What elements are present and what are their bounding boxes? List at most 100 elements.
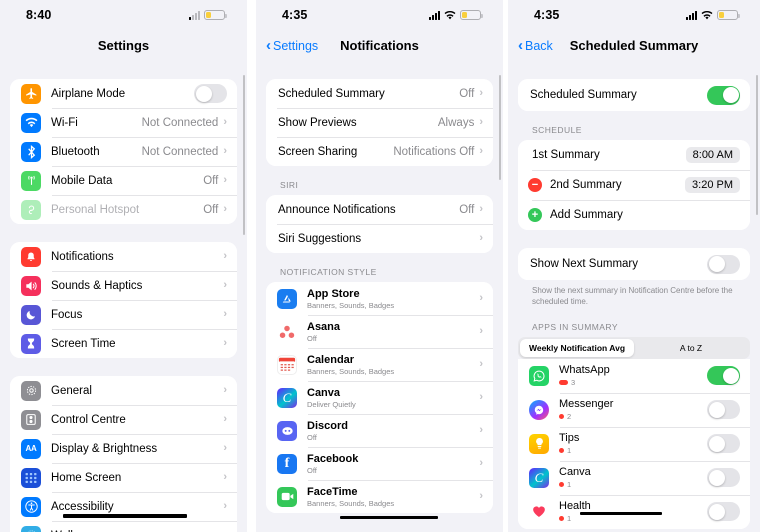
- list-item[interactable]: Messenger 2: [518, 392, 750, 427]
- sidebar-item-wifi[interactable]: Wi-Fi Not Connected ›: [10, 108, 237, 137]
- airplane-mode-toggle[interactable]: [194, 84, 227, 103]
- status-time: 8:40: [26, 8, 52, 22]
- show-next-summary-toggle[interactable]: [707, 254, 740, 274]
- row-add-summary[interactable]: + Add Summary: [518, 200, 750, 230]
- row-label: 2nd Summary: [550, 179, 622, 191]
- personal-hotspot-icon: [21, 199, 41, 220]
- wifi-icon: [701, 10, 713, 20]
- sidebar-item-sounds-haptics[interactable]: Sounds & Haptics ›: [10, 271, 237, 300]
- settings-scroll-area[interactable]: Airplane Mode Wi-Fi Not Connected › Blue…: [0, 61, 247, 532]
- app-name: Asana: [307, 320, 341, 333]
- messenger-summary-toggle[interactable]: [707, 400, 740, 420]
- scrollbar[interactable]: [498, 75, 501, 180]
- scheduled-summary-scroll-area[interactable]: Scheduled Summary SCHEDULE 1st Summary 8…: [508, 61, 760, 532]
- scheduled-summary-toggle[interactable]: [707, 85, 740, 105]
- sidebar-item-notifications[interactable]: Notifications ›: [10, 242, 237, 271]
- segment-weekly-notification-avg[interactable]: Weekly Notification Avg: [520, 338, 634, 357]
- app-name: Facebook: [307, 452, 359, 465]
- list-item[interactable]: C Canva Deliver Quietly ›: [266, 381, 493, 414]
- whatsapp-summary-toggle[interactable]: [707, 366, 740, 386]
- list-item[interactable]: WhatsApp 3: [518, 358, 750, 393]
- row-label: Screen Time: [51, 337, 116, 350]
- sidebar-item-screen-time[interactable]: Screen Time ›: [10, 329, 237, 358]
- sidebar-item-wallpaper[interactable]: Wallpaper ›: [10, 521, 237, 532]
- segment-a-to-z[interactable]: A to Z: [634, 339, 748, 357]
- app-text: Calendar Banners, Sounds, Badges: [307, 354, 479, 376]
- row-label: Focus: [51, 308, 83, 321]
- list-item[interactable]: f Facebook Off ›: [266, 447, 493, 480]
- health-icon: [529, 502, 549, 522]
- row-label: 1st Summary: [532, 149, 600, 161]
- row-siri-suggestions[interactable]: Siri Suggestions ›: [266, 224, 493, 253]
- app-name: Canva: [559, 466, 591, 479]
- phone-panel-settings: 8:40 Settings Airplane Mode Wi-Fi Not Co…: [0, 0, 247, 532]
- scrollbar[interactable]: [755, 75, 758, 215]
- list-item[interactable]: C Canva 1: [518, 460, 750, 495]
- chevron-right-icon: ›: [479, 145, 483, 157]
- status-indicators: [429, 10, 483, 20]
- tips-summary-toggle[interactable]: [707, 434, 740, 454]
- row-show-next-summary[interactable]: Show Next Summary: [518, 248, 750, 280]
- back-button[interactable]: ‹ Settings: [266, 38, 318, 53]
- app-name: App Store: [307, 287, 360, 300]
- list-item[interactable]: Discord Off ›: [266, 414, 493, 447]
- app-count: 1: [559, 480, 707, 489]
- notification-style-app-list: App Store Banners, Sounds, Badges › Asan…: [266, 282, 493, 513]
- list-item[interactable]: Tips 1: [518, 426, 750, 461]
- back-button[interactable]: ‹ Back: [518, 36, 553, 54]
- row-value: Off: [459, 203, 475, 216]
- row-announce-notifications[interactable]: Announce Notifications Off ›: [266, 195, 493, 224]
- notifications-scroll-area[interactable]: Scheduled Summary Off › Show Previews Al…: [256, 61, 503, 532]
- mobile-data-icon: [21, 170, 41, 191]
- sidebar-item-display-brightness[interactable]: AA Display & Brightness ›: [10, 434, 237, 463]
- list-item[interactable]: Asana Off ›: [266, 315, 493, 348]
- general-icon: [21, 380, 41, 401]
- sidebar-item-bluetooth[interactable]: Bluetooth Not Connected ›: [10, 137, 237, 166]
- whatsapp-icon: [529, 365, 549, 386]
- tips-icon: [529, 433, 549, 454]
- row-label: Scheduled Summary: [278, 87, 385, 100]
- chevron-right-icon: ›: [479, 203, 483, 215]
- chevron-right-icon: ›: [479, 490, 483, 502]
- app-name: Health: [559, 500, 591, 513]
- sidebar-item-mobile-data[interactable]: Mobile Data Off ›: [10, 166, 237, 195]
- canva-summary-toggle[interactable]: [707, 468, 740, 488]
- chevron-right-icon: ›: [223, 500, 227, 512]
- focus-icon: [21, 304, 41, 325]
- row-scheduled-summary[interactable]: Scheduled Summary Off ›: [266, 79, 493, 108]
- health-summary-toggle[interactable]: [707, 502, 740, 522]
- list-item[interactable]: App Store Banners, Sounds, Badges ›: [266, 282, 493, 315]
- app-text: Discord Off: [307, 420, 479, 442]
- add-icon[interactable]: +: [528, 208, 542, 222]
- row-screen-sharing[interactable]: Screen Sharing Notifications Off ›: [266, 137, 493, 166]
- discord-icon: [277, 420, 297, 441]
- sidebar-item-airplane-mode[interactable]: Airplane Mode: [10, 79, 237, 108]
- canva-icon: C: [277, 387, 297, 408]
- sidebar-item-personal-hotspot[interactable]: Personal Hotspot Off ›: [10, 195, 237, 224]
- chevron-right-icon: ›: [223, 145, 227, 157]
- row-show-previews[interactable]: Show Previews Always ›: [266, 108, 493, 137]
- chevron-left-icon: ‹: [518, 36, 523, 54]
- remove-icon[interactable]: −: [528, 178, 542, 192]
- list-item[interactable]: FaceTime Banners, Sounds, Badges ›: [266, 480, 493, 513]
- phone-panel-notifications: 4:35 ‹ Settings Notifications Scheduled: [256, 0, 503, 532]
- sidebar-item-focus[interactable]: Focus ›: [10, 300, 237, 329]
- sidebar-item-general[interactable]: General ›: [10, 376, 237, 405]
- row-label: Siri Suggestions: [278, 232, 362, 245]
- settings-group-connectivity: Airplane Mode Wi-Fi Not Connected › Blue…: [10, 79, 237, 224]
- row-scheduled-summary-master[interactable]: Scheduled Summary: [518, 79, 750, 111]
- row-1st-summary[interactable]: 1st Summary 8:00 AM: [518, 140, 750, 170]
- sidebar-item-control-centre[interactable]: Control Centre ›: [10, 405, 237, 434]
- app-count: 2: [559, 412, 707, 421]
- app-text: Canva Deliver Quietly: [307, 387, 479, 409]
- sidebar-item-home-screen[interactable]: Home Screen ›: [10, 463, 237, 492]
- chevron-right-icon: ›: [223, 250, 227, 262]
- panel-gap: [247, 0, 256, 532]
- scrollbar[interactable]: [242, 75, 245, 235]
- time-value-1st[interactable]: 8:00 AM: [685, 147, 740, 163]
- apps-sort-segmented-control[interactable]: Weekly Notification Avg A to Z: [518, 336, 750, 359]
- list-item[interactable]: Calendar Banners, Sounds, Badges ›: [266, 348, 493, 381]
- status-bar: 4:35: [256, 0, 503, 30]
- time-value-2nd[interactable]: 3:20 PM: [685, 177, 740, 193]
- row-2nd-summary[interactable]: − 2nd Summary 3:20 PM: [518, 170, 750, 200]
